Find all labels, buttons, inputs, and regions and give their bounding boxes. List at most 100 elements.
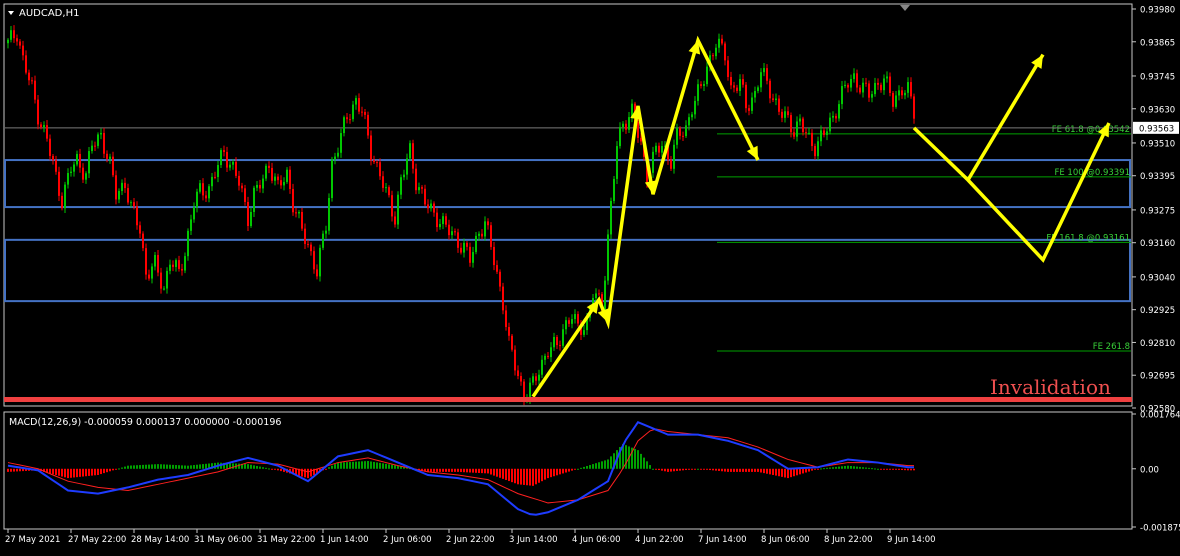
- candle-body: [160, 272, 162, 289]
- macd-histogram-bar: [244, 463, 246, 469]
- candle-body: [553, 336, 555, 348]
- macd-histogram-bar: [76, 468, 78, 478]
- candle-body: [835, 115, 837, 119]
- candle-body: [169, 264, 171, 271]
- macd-histogram-bar: [787, 468, 789, 479]
- candle-body: [352, 104, 354, 120]
- candle-body: [106, 153, 108, 159]
- macd-histogram-bar: [763, 468, 765, 474]
- candle-body: [544, 355, 546, 360]
- macd-histogram-bar: [472, 468, 474, 473]
- candle-body: [217, 165, 219, 178]
- candle-body: [307, 243, 309, 245]
- candle-body: [385, 187, 387, 189]
- candle-body: [454, 231, 456, 233]
- fib-level-label: FE 161.8 @0.93161: [1046, 233, 1130, 243]
- candle-body: [253, 187, 255, 212]
- candle-body: [40, 124, 42, 128]
- candle-body: [256, 184, 258, 188]
- macd-histogram-bar: [238, 463, 240, 469]
- candle-body: [751, 97, 753, 111]
- candle-body: [613, 178, 615, 201]
- candle-body: [820, 130, 822, 142]
- macd-histogram-bar: [127, 465, 129, 469]
- macd-histogram-bar: [379, 462, 381, 469]
- candle-body: [79, 153, 81, 168]
- candle-body: [691, 114, 693, 118]
- candle-body: [127, 188, 129, 203]
- candle-body: [859, 87, 861, 93]
- candle-body: [235, 161, 237, 176]
- macd-histogram-bar: [574, 468, 576, 470]
- macd-histogram-bar: [541, 468, 543, 482]
- candle-body: [730, 76, 732, 86]
- macd-histogram-bar: [109, 468, 111, 472]
- candle-body: [382, 176, 384, 188]
- candle-body: [907, 82, 909, 93]
- macd-histogram-bar: [61, 468, 63, 477]
- macd-histogram-bar: [586, 465, 588, 469]
- macd-histogram-bar: [544, 468, 546, 480]
- macd-histogram-bar: [562, 468, 564, 474]
- candle-body: [163, 288, 165, 290]
- macd-histogram-bar: [433, 468, 435, 472]
- macd-histogram-bar: [568, 468, 570, 472]
- macd-histogram-bar: [454, 468, 456, 472]
- macd-histogram-bar: [67, 468, 69, 479]
- chart-svg[interactable]: AUDCAD,H1 FE 61.8 @0.93542 FE 100 @0.9339…: [0, 0, 1180, 552]
- macd-histogram-bar: [436, 468, 438, 472]
- price-tick-label: 0.93980: [1140, 6, 1175, 16]
- macd-histogram-bar: [514, 468, 516, 484]
- candle-body: [88, 151, 90, 174]
- candle-body: [541, 359, 543, 375]
- macd-histogram-bar: [19, 468, 21, 472]
- candle-body: [685, 125, 687, 137]
- macd-histogram-bar: [754, 468, 756, 472]
- macd-histogram-bar: [652, 468, 654, 470]
- chart-window[interactable]: AUDCAD,H1 FE 61.8 @0.93542 FE 100 @0.9339…: [0, 0, 1180, 552]
- macd-histogram-bar: [385, 463, 387, 469]
- candle-body: [124, 182, 126, 189]
- candle-body: [487, 221, 489, 226]
- macd-histogram-bar: [136, 465, 138, 469]
- macd-histogram-bar: [178, 465, 180, 469]
- candle-body: [289, 169, 291, 189]
- macd-histogram-bar: [580, 467, 582, 469]
- candle-body: [898, 90, 900, 96]
- macd-histogram-bar: [880, 468, 882, 470]
- candle-body: [403, 174, 405, 178]
- candle-body: [754, 91, 756, 98]
- candle-body: [28, 72, 30, 81]
- candle-body: [52, 155, 54, 161]
- macd-histogram-bar: [745, 468, 747, 472]
- macd-histogram-bar: [196, 464, 198, 469]
- macd-histogram-bar: [340, 462, 342, 469]
- candle-body: [64, 184, 66, 209]
- symbol-label: AUDCAD,H1: [19, 8, 79, 19]
- macd-histogram-bar: [52, 468, 54, 475]
- candle-body: [733, 85, 735, 88]
- macd-histogram-bar: [796, 468, 798, 476]
- time-tick-label: 27 May 2021: [5, 535, 60, 545]
- macd-histogram-bar: [520, 468, 522, 485]
- macd-histogram-bar: [736, 468, 738, 472]
- macd-histogram-bar: [430, 468, 432, 472]
- macd-histogram-bar: [367, 461, 369, 469]
- candle-body: [517, 370, 519, 377]
- macd-histogram-bar: [892, 468, 894, 470]
- macd-histogram-bar: [487, 468, 489, 474]
- macd-histogram-bar: [547, 468, 549, 479]
- candle-body: [736, 87, 738, 91]
- candle-body: [343, 117, 345, 134]
- candle-body: [244, 188, 246, 202]
- macd-histogram-bar: [886, 468, 888, 470]
- candle-body: [904, 92, 906, 96]
- candle-body: [625, 123, 627, 130]
- candle-body: [82, 167, 84, 180]
- price-tick-label: 0.93275: [1140, 206, 1175, 216]
- candle-body: [349, 119, 351, 121]
- candle-body: [277, 176, 279, 181]
- macd-histogram-bar: [130, 465, 132, 469]
- price-tick-label: 0.92695: [1140, 372, 1175, 382]
- candle-body: [481, 233, 483, 237]
